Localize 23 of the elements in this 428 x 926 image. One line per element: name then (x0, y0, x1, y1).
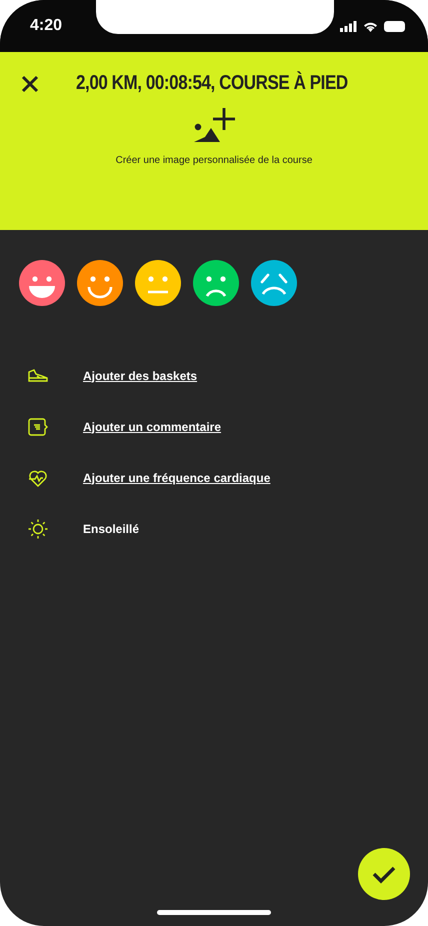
battery-icon (384, 20, 406, 32)
add-link[interactable]: Ajouter une fréquence cardiaque (83, 470, 270, 484)
comment-icon (28, 418, 48, 436)
signal-icon (340, 20, 357, 32)
sneaker-icon (28, 368, 48, 382)
sun-icon (28, 518, 48, 538)
heart-rate-icon (28, 468, 48, 486)
activity-title: 2,00 KM, 00:08:54, COURSE À PIED (76, 72, 348, 95)
close-button[interactable] (20, 74, 40, 94)
add-link[interactable]: Ajouter des baskets (83, 368, 198, 382)
wifi-icon (363, 20, 378, 32)
mood-face-button[interactable] (193, 260, 239, 306)
checkmark-icon (371, 864, 397, 884)
add-image-icon (192, 107, 235, 143)
create-image-button[interactable]: Créer une image personnalisée de la course (116, 107, 312, 166)
mood-face-button[interactable] (135, 260, 181, 306)
mood-face-button[interactable] (19, 260, 65, 306)
mood-face-button[interactable] (77, 260, 123, 306)
add-link[interactable]: Ajouter un commentaire (83, 420, 222, 434)
mood-face-button[interactable] (251, 260, 297, 306)
weather-label: Ensoleillé (83, 522, 140, 536)
status-time: 4:20 (30, 17, 62, 35)
confirm-button[interactable] (358, 848, 410, 900)
